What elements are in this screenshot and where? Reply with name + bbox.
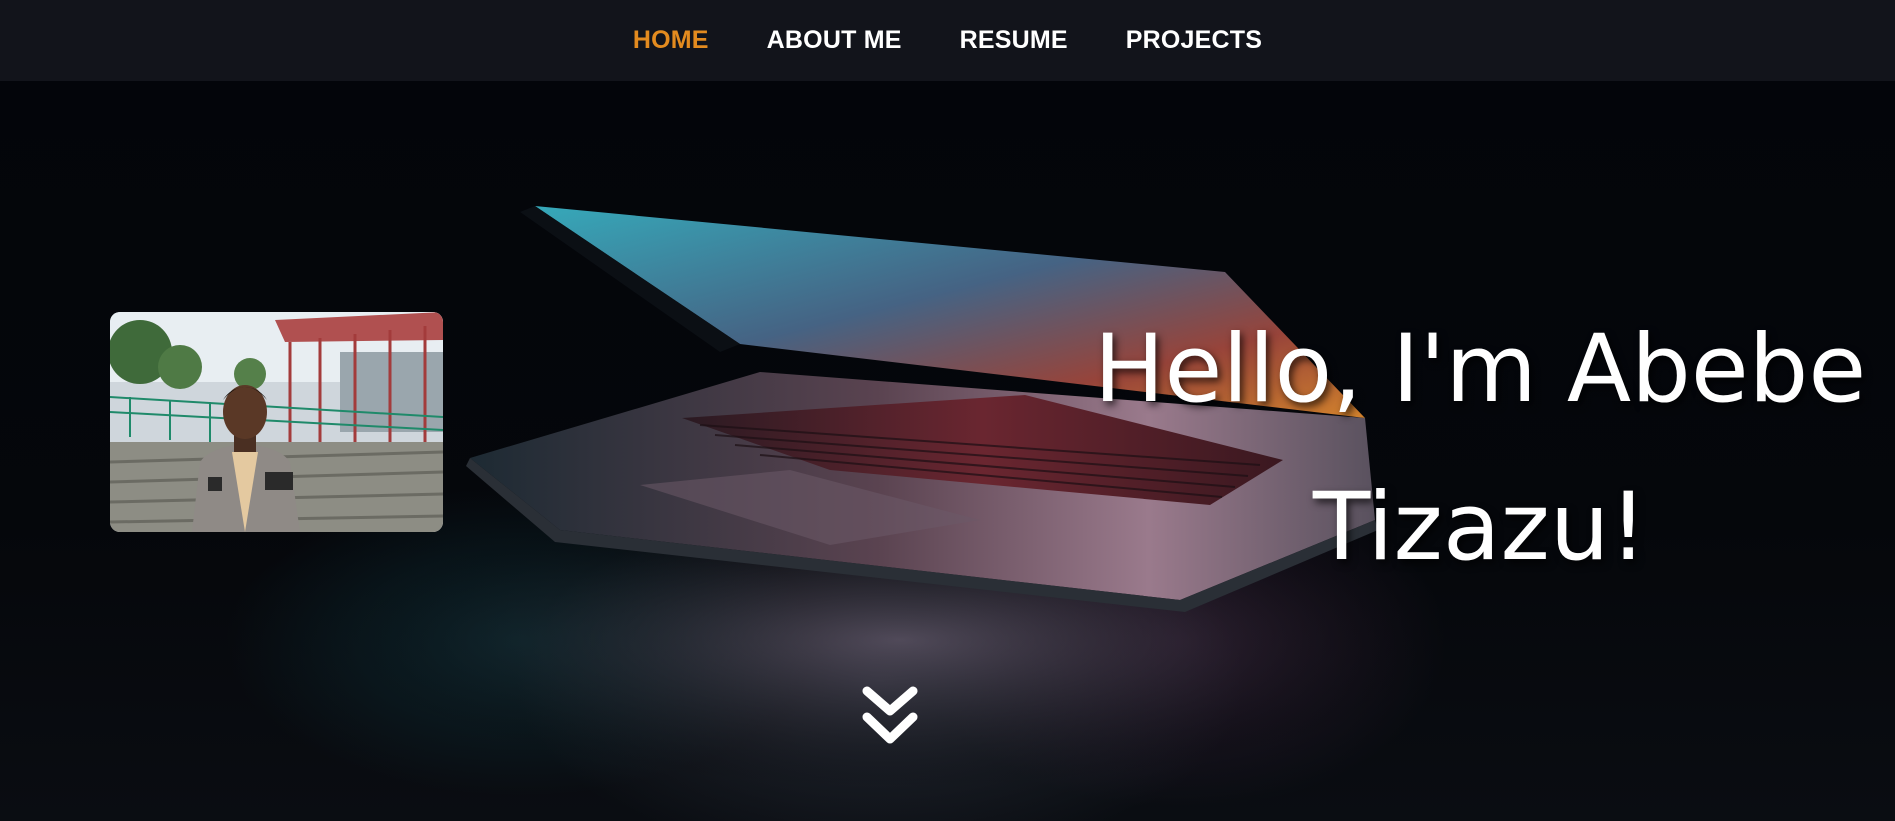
hero-section: Hello, I'm Abebe Tizazu! (0, 81, 1895, 821)
nav-home-link[interactable]: HOME (633, 0, 709, 81)
nav-projects-link[interactable]: PROJECTS (1126, 0, 1262, 81)
nav-about-link[interactable]: ABOUT ME (767, 0, 902, 81)
nav-resume-link[interactable]: RESUME (960, 0, 1068, 81)
profile-photo (110, 312, 443, 532)
nav-list: HOME ABOUT ME RESUME PROJECTS (604, 0, 1291, 81)
hero-title: Hello, I'm Abebe Tizazu! (1093, 315, 1867, 582)
top-navbar: HOME ABOUT ME RESUME PROJECTS (0, 0, 1895, 81)
chevron-double-down-icon[interactable] (859, 683, 921, 751)
